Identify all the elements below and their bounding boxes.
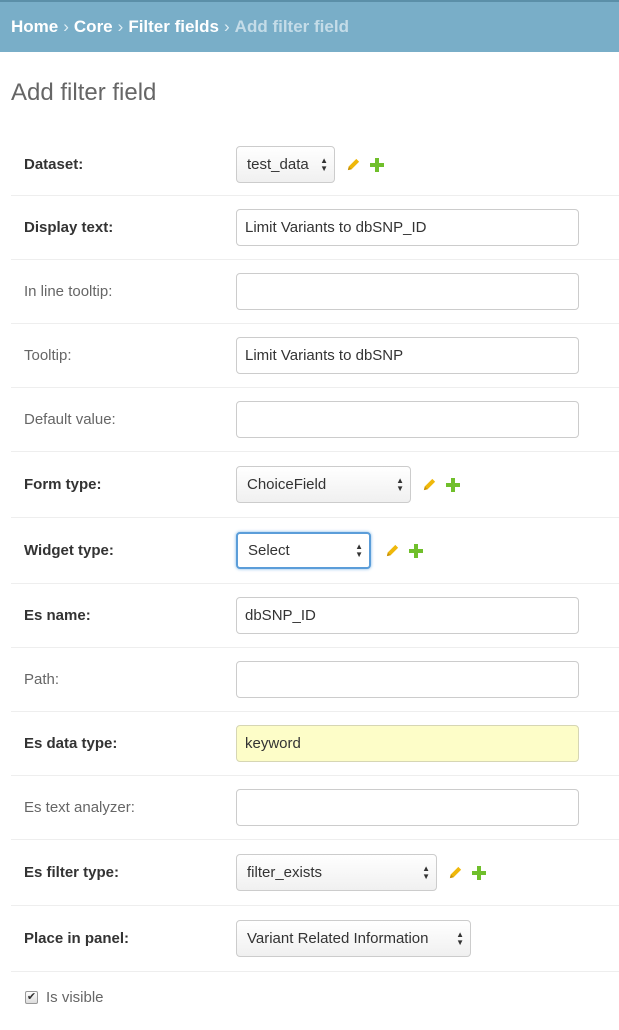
es-filter-type-select[interactable]: filter_exists ▲ ▼ (236, 854, 437, 891)
es-text-analyzer-input[interactable] (236, 789, 579, 826)
place-in-panel-selected-value: Variant Related Information (247, 930, 429, 947)
form-row-default-value: Default value: (11, 388, 619, 452)
add-widget-type-plus-icon[interactable] (407, 542, 425, 560)
es-filter-type-label: Es filter type: (24, 864, 120, 881)
es-text-analyzer-field (236, 776, 579, 839)
es-name-field (236, 584, 579, 647)
form-type-select[interactable]: ChoiceField ▲ ▼ (236, 466, 411, 503)
select-arrows-icon: ▲ ▼ (320, 155, 328, 173)
place-in-panel-label: Place in panel: (24, 930, 130, 947)
dataset-select[interactable]: test_data ▲ ▼ (236, 146, 335, 183)
tooltip-field (236, 324, 579, 387)
select-arrows-icon: ▲ ▼ (355, 541, 363, 559)
dataset-selected-value: test_data (247, 156, 309, 173)
is-visible-checkbox[interactable]: ✔ (25, 991, 38, 1004)
select-arrows-icon: ▲ ▼ (456, 929, 464, 947)
place-in-panel-field: Variant Related Information ▲ ▼ (236, 906, 471, 971)
edit-widget-type-pencil-icon[interactable] (383, 542, 401, 560)
default-value-input[interactable] (236, 401, 579, 438)
form-type-selected-value: ChoiceField (247, 476, 327, 493)
form-row-es-filter-type: Es filter type: filter_exists ▲ ▼ (11, 840, 619, 906)
place-in-panel-select[interactable]: Variant Related Information ▲ ▼ (236, 920, 471, 957)
default-value-label: Default value: (24, 411, 116, 428)
form-type-label: Form type: (24, 476, 102, 493)
in-line-tooltip-field (236, 260, 579, 323)
tooltip-label: Tooltip: (24, 347, 72, 364)
es-name-label: Es name: (24, 607, 91, 624)
tooltip-input[interactable] (236, 337, 579, 374)
form-row-place-in-panel: Place in panel: Variant Related Informat… (11, 906, 619, 972)
in-line-tooltip-label: In line tooltip: (24, 283, 113, 300)
form-row-es-name: Es name: (11, 584, 619, 648)
es-text-analyzer-label: Es text analyzer: (24, 799, 135, 816)
es-filter-type-field: filter_exists ▲ ▼ (236, 840, 488, 905)
breadcrumb-home-link[interactable]: Home (11, 17, 58, 37)
breadcrumb-separator: › (224, 17, 230, 36)
form-row-es-text-analyzer: Es text analyzer: (11, 776, 619, 840)
is-visible-label[interactable]: Is visible (46, 989, 104, 1006)
add-form-type-plus-icon[interactable] (444, 476, 462, 494)
path-input[interactable] (236, 661, 579, 698)
form-row-tooltip: Tooltip: (11, 324, 619, 388)
display-text-field (236, 196, 579, 259)
filter-field-form: Dataset: test_data ▲▼ Display text: In l… (11, 134, 619, 1030)
add-es-filter-type-plus-icon[interactable] (470, 864, 488, 882)
form-row-display-text: Display text: (11, 196, 619, 260)
es-filter-type-selected-value: filter_exists (247, 864, 323, 881)
form-row-widget-type: Widget type: Select ▲ ▼ (11, 518, 619, 584)
breadcrumb-separator: › (63, 17, 69, 36)
checkmark-icon: ✔ (26, 991, 37, 1003)
display-text-input[interactable] (236, 209, 579, 246)
breadcrumb-current: Add filter field (234, 17, 349, 36)
breadcrumb-core-link[interactable]: Core (74, 17, 113, 37)
es-data-type-label: Es data type: (24, 735, 118, 752)
es-data-type-field (236, 712, 579, 775)
breadcrumb-filter-fields-link[interactable]: Filter fields (128, 17, 219, 37)
form-row-path: Path: (11, 648, 619, 712)
add-dataset-plus-icon[interactable] (368, 156, 386, 174)
form-row-is-visible: ✔ Is visible (11, 972, 619, 1030)
dataset-label: Dataset: (24, 156, 84, 173)
form-row-form-type: Form type: ChoiceField ▲ ▼ (11, 452, 619, 518)
edit-form-type-pencil-icon[interactable] (420, 476, 438, 494)
path-label: Path: (24, 671, 60, 688)
widget-type-label: Widget type: (24, 542, 114, 559)
breadcrumb: Home › Core › Filter fields › Add filter… (0, 0, 619, 52)
form-row-es-data-type: Es data type: (11, 712, 619, 776)
widget-type-field: Select ▲ ▼ (236, 518, 425, 583)
select-arrows-icon: ▲ ▼ (422, 863, 430, 881)
path-field (236, 648, 579, 711)
edit-dataset-pencil-icon[interactable] (344, 156, 362, 174)
edit-es-filter-type-pencil-icon[interactable] (446, 864, 464, 882)
es-data-type-input[interactable] (236, 725, 579, 762)
page-title: Add filter field (11, 79, 157, 106)
in-line-tooltip-input[interactable] (236, 273, 579, 310)
dataset-field: test_data ▲ ▼ (236, 134, 386, 195)
form-row-in-line-tooltip: In line tooltip: (11, 260, 619, 324)
widget-type-selected-value: Select (248, 542, 290, 559)
es-name-input[interactable] (236, 597, 579, 634)
widget-type-select[interactable]: Select ▲ ▼ (236, 532, 371, 569)
breadcrumb-separator: › (117, 17, 124, 36)
form-type-field: ChoiceField ▲ ▼ (236, 452, 462, 517)
form-row-dataset: Dataset: test_data ▲ ▼ (11, 134, 619, 196)
display-text-label: Display text: (24, 219, 114, 236)
select-arrows-icon: ▲ ▼ (396, 475, 404, 493)
default-value-field (236, 388, 579, 451)
